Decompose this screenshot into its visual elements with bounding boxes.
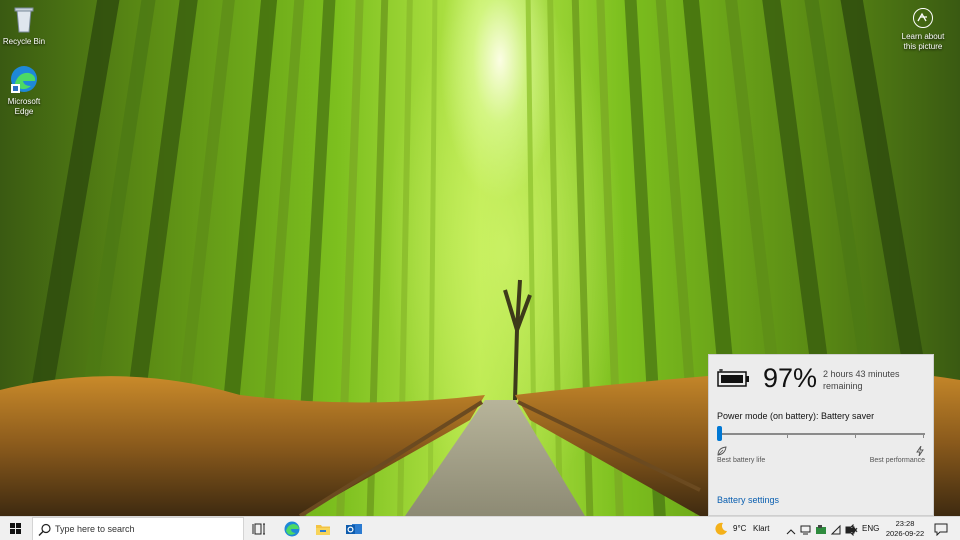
- wifi-icon[interactable]: [830, 523, 842, 540]
- chevron-up-icon[interactable]: [786, 524, 796, 540]
- battery-remaining-line1: 2 hours 43 minutes: [823, 369, 900, 379]
- taskbar-clock[interactable]: 23:28 2026-09-22: [880, 519, 930, 539]
- clock-time: 23:28: [895, 519, 915, 528]
- search-placeholder: Type here to search: [55, 524, 135, 534]
- search-icon: [38, 523, 51, 536]
- slider-tick: [787, 435, 788, 438]
- taskbar-outlook-button[interactable]: [339, 517, 369, 540]
- slider-tick: [855, 435, 856, 438]
- edge-icon: [284, 521, 300, 537]
- best-performance-label: Best performance: [869, 457, 925, 464]
- best-battery-label: Best battery life: [717, 457, 766, 464]
- camera-icon: [913, 8, 933, 28]
- edge-label: Microsoft Edge: [7, 97, 41, 116]
- volume-mute-icon[interactable]: [846, 523, 858, 540]
- weather-widget[interactable]: 9°C Klart: [712, 517, 778, 540]
- battery-flyout: 97% 2 hours 43 minutes remaining Power m…: [708, 354, 934, 516]
- battery-large-icon: [717, 369, 751, 394]
- language-indicator[interactable]: ENG: [862, 524, 879, 533]
- taskbar-file-explorer-button[interactable]: [308, 517, 338, 540]
- learn-about-line1: Learn about: [901, 32, 945, 41]
- power-mode-label: Power mode (on battery): Battery saver: [717, 411, 875, 421]
- slider-thumb[interactable]: [717, 426, 722, 441]
- start-button[interactable]: [0, 517, 32, 540]
- edge-shortcut[interactable]: Microsoft Edge: [0, 64, 48, 117]
- battery-percent: 97%: [763, 363, 818, 393]
- recycle-bin-label: Recycle Bin: [2, 37, 46, 46]
- windows-logo-icon: [10, 523, 21, 534]
- taskbar-edge-button[interactable]: [277, 517, 307, 540]
- edge-icon: [9, 64, 39, 94]
- recycle-bin-icon: [9, 4, 39, 34]
- security-icon[interactable]: [815, 523, 827, 540]
- network-icon[interactable]: [800, 523, 812, 540]
- slider-tick: [923, 435, 924, 438]
- taskbar: Type here to search 9°C Klart ENG 23:28 …: [0, 516, 960, 540]
- task-view-button[interactable]: [245, 517, 275, 540]
- weather-condition: Klart: [753, 524, 770, 533]
- battery-settings-link[interactable]: Battery settings: [717, 495, 779, 505]
- weather-temp: 9°C: [733, 524, 747, 533]
- learn-about-line2: this picture: [903, 42, 943, 51]
- slider-track[interactable]: [719, 433, 925, 435]
- taskbar-search-box[interactable]: Type here to search: [32, 517, 244, 540]
- file-explorer-icon: [316, 525, 330, 535]
- notification-icon[interactable]: [934, 522, 948, 540]
- battery-remaining-line2: remaining: [823, 381, 863, 391]
- moon-icon: [715, 522, 727, 535]
- learn-about-picture[interactable]: Learn about this picture: [900, 8, 946, 52]
- recycle-bin-shortcut[interactable]: Recycle Bin: [0, 4, 48, 47]
- task-view-icon: [252, 523, 265, 535]
- outlook-icon: [346, 524, 362, 534]
- clock-date: 2026-09-22: [885, 529, 925, 538]
- battery-remaining: 2 hours 43 minutes remaining: [823, 368, 923, 392]
